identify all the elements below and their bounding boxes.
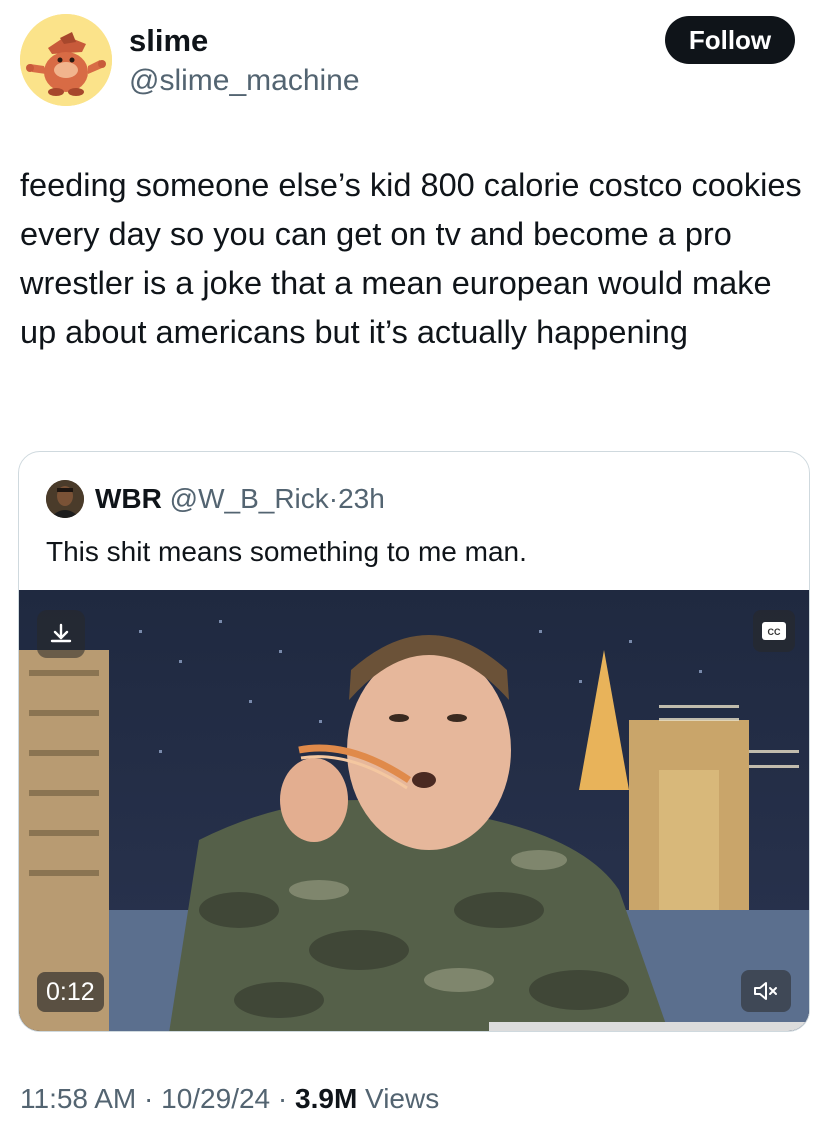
svg-text:CC: CC	[768, 627, 781, 637]
footer-separator: ·	[270, 1083, 296, 1114]
video-player[interactable]: CC 0:12	[19, 590, 809, 1031]
views-label: Views	[357, 1083, 440, 1114]
download-icon	[50, 623, 72, 643]
follow-button[interactable]: Follow	[665, 16, 795, 64]
post-date[interactable]: 10/29/24	[161, 1083, 270, 1114]
tweet-text: feeding someone else’s kid 800 calorie c…	[20, 167, 802, 350]
footer-separator: ·	[136, 1083, 162, 1114]
quoted-text: This shit means something to me man.	[46, 536, 527, 567]
video-frame	[19, 590, 809, 1031]
cartoon-avatar-icon	[20, 14, 112, 106]
quoted-timestamp[interactable]: 23h	[338, 483, 385, 514]
author-name[interactable]: slime	[129, 24, 208, 58]
quoted-meta: WBR @W_B_Rick·23h	[95, 482, 385, 516]
captions-button[interactable]: CC	[753, 610, 795, 652]
quoted-tweet[interactable]: WBR @W_B_Rick·23h This shit means someth…	[18, 451, 810, 1032]
tweet-footer: 11:58 AM · 10/29/24 · 3.9M Views	[20, 1081, 439, 1117]
author-avatar[interactable]	[20, 14, 112, 106]
quoted-author-avatar[interactable]	[46, 480, 84, 518]
mute-button[interactable]	[741, 970, 791, 1012]
post-time[interactable]: 11:58 AM	[20, 1083, 136, 1114]
author-handle[interactable]: @slime_machine	[129, 64, 360, 98]
tweet-header: slime @slime_machine Follow	[20, 14, 800, 110]
quoted-author-handle[interactable]: @W_B_Rick	[170, 483, 329, 514]
meta-separator: ·	[328, 483, 339, 514]
views-count: 3.9M	[295, 1083, 358, 1114]
download-button[interactable]	[37, 610, 85, 658]
video-duration: 0:12	[37, 972, 104, 1012]
closed-captions-icon: CC	[762, 622, 786, 640]
quoted-author-name[interactable]: WBR	[95, 483, 162, 514]
muted-speaker-icon	[754, 982, 777, 1000]
person-avatar-icon	[46, 480, 84, 518]
